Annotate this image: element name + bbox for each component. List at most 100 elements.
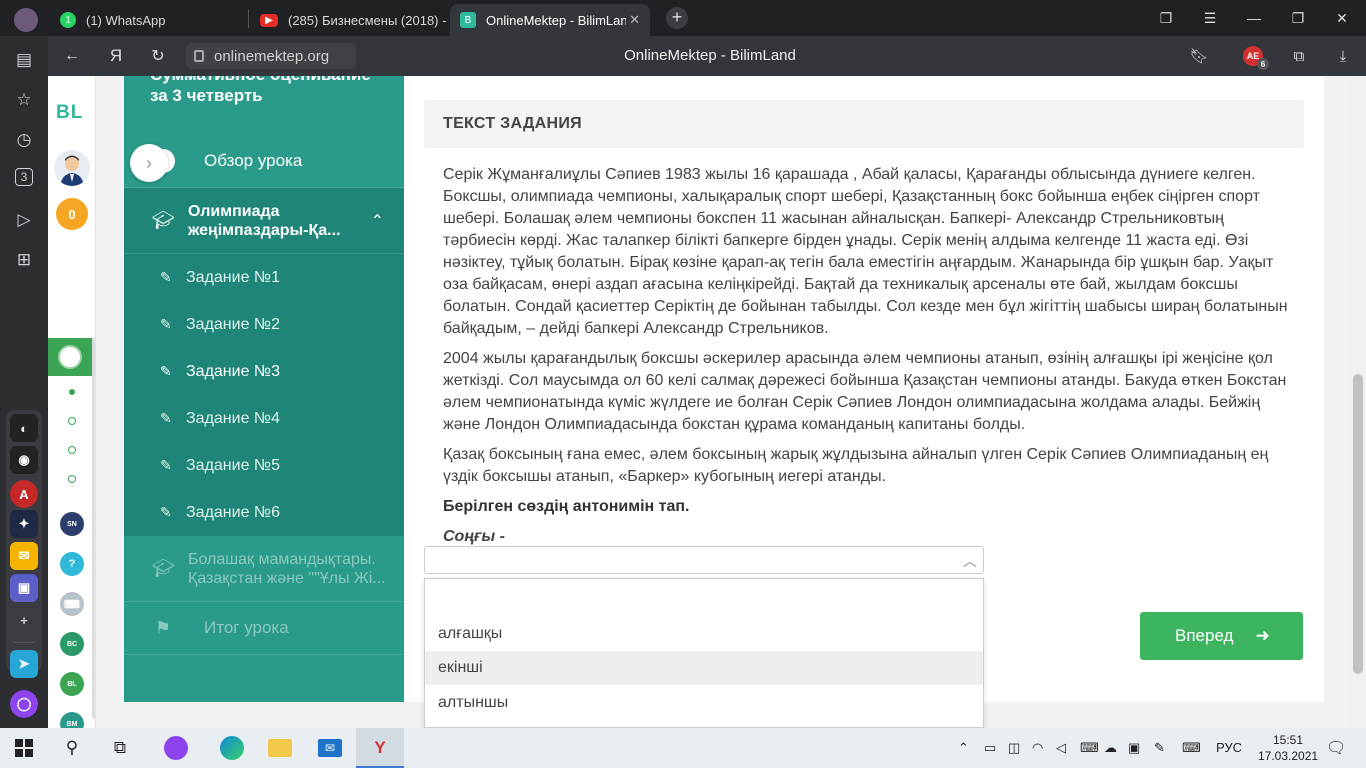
answer-select[interactable]: ︿ bbox=[424, 546, 984, 574]
search-icon[interactable]: ⚲ bbox=[58, 734, 86, 762]
app-1-icon[interactable]: ◐ bbox=[10, 414, 38, 442]
lesson-summary-item[interactable]: ⚑ Итог урока bbox=[124, 602, 404, 655]
task-view-icon[interactable]: ⧉ bbox=[106, 734, 134, 762]
task-question: Берілген сөздің антонимін тап. bbox=[443, 498, 690, 515]
next-button[interactable]: Вперед ➜ bbox=[1140, 612, 1303, 660]
collections-icon[interactable]: ▤ bbox=[12, 48, 36, 72]
history-icon[interactable]: ◷ bbox=[12, 128, 36, 152]
minimize-button[interactable]: — bbox=[1232, 0, 1276, 36]
mail-app-icon[interactable]: ✉ bbox=[10, 542, 38, 570]
tray-battery-icon[interactable]: ▭ bbox=[984, 740, 996, 756]
rail-scrollbar[interactable] bbox=[92, 338, 95, 718]
bilimland-rail-icon[interactable]: BL bbox=[60, 672, 84, 696]
tray-volume-icon[interactable]: ◁ bbox=[1056, 740, 1066, 756]
back-button[interactable]: ← bbox=[60, 44, 84, 68]
tray-device-icon[interactable]: ▣ bbox=[1128, 740, 1140, 756]
chevron-up-icon[interactable]: ⌃ bbox=[371, 211, 384, 231]
dropdown-option[interactable]: алтыншы bbox=[425, 686, 983, 720]
adblock-button[interactable]: AE 6 bbox=[1240, 44, 1269, 70]
url-field[interactable]: onlinemektep.org bbox=[186, 43, 356, 69]
alice-app-icon[interactable]: ◯ bbox=[10, 690, 38, 718]
dropdown-option-empty[interactable] bbox=[425, 583, 983, 617]
bilim-class-icon[interactable]: BC bbox=[60, 632, 84, 656]
arrow-right-icon: ➜ bbox=[1255, 626, 1270, 645]
app-2-icon[interactable]: ◉ bbox=[10, 446, 38, 474]
task-item-3[interactable]: ✎ Задание №3 bbox=[124, 348, 404, 395]
dropdown-option[interactable]: алғашқы bbox=[425, 617, 983, 651]
task-item-5[interactable]: ✎ Задание №5 bbox=[124, 442, 404, 489]
task-item-2[interactable]: ✎ Задание №2 bbox=[124, 301, 404, 348]
windows-start-icon[interactable] bbox=[10, 734, 38, 762]
app-4-icon[interactable]: ✦ bbox=[10, 510, 38, 538]
keyboard-icon[interactable]: ⌨ bbox=[60, 592, 84, 616]
tray-keyboard-icon[interactable]: ⌨ bbox=[1080, 740, 1099, 756]
notifications-icon[interactable]: 🗨︎ bbox=[1326, 738, 1346, 758]
page-scrollbar[interactable] bbox=[1350, 76, 1366, 728]
tray-touch-keyboard-icon[interactable]: ⌨ bbox=[1182, 740, 1201, 756]
app-6-icon[interactable]: ▣ bbox=[10, 574, 38, 602]
tab-label: (1) WhatsApp bbox=[86, 12, 166, 28]
edit-icon: ✎ bbox=[160, 457, 172, 473]
dropdown-option[interactable]: екінші bbox=[425, 651, 983, 685]
user-avatar[interactable] bbox=[54, 150, 90, 186]
rail-dot-icon[interactable] bbox=[68, 475, 76, 483]
close-window-button[interactable]: ✕ bbox=[1320, 0, 1364, 36]
coins-badge[interactable]: 0 bbox=[56, 198, 88, 230]
tray-wifi-icon[interactable]: ◠ bbox=[1032, 740, 1043, 756]
collapse-sidebar-button[interactable]: › bbox=[130, 144, 168, 182]
apps-grid-icon[interactable]: ⊞ bbox=[12, 248, 36, 272]
tab-separator bbox=[248, 10, 249, 28]
task-label: Задание №4 bbox=[186, 409, 280, 427]
clock[interactable]: 15:51 17.03.2021 bbox=[1258, 732, 1318, 764]
smart-nation-icon[interactable]: SN bbox=[60, 512, 84, 536]
rail-course-active[interactable] bbox=[48, 338, 92, 376]
menu-icon[interactable]: ☰ bbox=[1188, 0, 1232, 36]
bilim-media-icon[interactable]: BM bbox=[60, 712, 84, 728]
tray-pen-icon[interactable]: ✎ bbox=[1154, 740, 1165, 756]
lesson-section-next[interactable]: 🎓︎ Болашақ мамандықтары. Қазақстан және … bbox=[124, 536, 404, 602]
mail-icon[interactable]: ✉ bbox=[316, 734, 344, 762]
site-logo[interactable]: BL bbox=[56, 102, 83, 124]
video-icon[interactable]: ▷ bbox=[12, 208, 36, 232]
reload-button[interactable]: ↻ bbox=[146, 44, 170, 68]
edit-icon: ✎ bbox=[160, 363, 172, 379]
chevron-up-icon: ︿ bbox=[963, 553, 977, 569]
scrollbar-thumb[interactable] bbox=[1353, 374, 1363, 674]
rail-dot-icon[interactable] bbox=[69, 389, 75, 395]
extensions-icon[interactable]: ⧉ bbox=[1286, 44, 1312, 68]
task-item-4[interactable]: ✎ Задание №4 bbox=[124, 395, 404, 442]
rail-dot-icon[interactable] bbox=[68, 417, 76, 425]
yandex-browser-icon[interactable]: Y bbox=[366, 734, 394, 762]
lock-icon bbox=[194, 50, 204, 62]
send-app-icon[interactable]: ➤ bbox=[10, 650, 38, 678]
alice-taskbar-icon[interactable] bbox=[162, 734, 190, 762]
edit-icon: ✎ bbox=[160, 269, 172, 285]
language-indicator[interactable]: РУС bbox=[1216, 740, 1242, 755]
download-icon[interactable]: ⤓ bbox=[1330, 44, 1356, 68]
rail-dot-icon[interactable] bbox=[68, 446, 76, 454]
restore-button[interactable]: ❐ bbox=[1276, 0, 1320, 36]
file-explorer-icon[interactable] bbox=[266, 734, 294, 762]
tab-youtube[interactable]: ▶ (285) Бизнесмены (2018) - bbox=[250, 4, 446, 36]
yandex-button[interactable]: Я bbox=[104, 44, 128, 68]
lesson-section-olympiad[interactable]: 🎓︎ Олимпиада жеңімпаздары-Қа... ⌃ bbox=[124, 188, 404, 254]
add-app-icon[interactable]: + bbox=[10, 606, 38, 634]
tab-onlinemektep[interactable]: B OnlineMektep - BilimLan ✕ bbox=[450, 4, 650, 36]
app-3-icon[interactable]: A bbox=[10, 480, 38, 508]
tab-whatsapp[interactable]: 1 (1) WhatsApp bbox=[50, 4, 246, 36]
task-item-1[interactable]: ✎ Задание №1 bbox=[124, 254, 404, 301]
whatsapp-icon: 1 bbox=[60, 12, 76, 28]
new-tab-button[interactable]: + bbox=[666, 7, 688, 29]
tray-chevron-up-icon[interactable]: ⌃ bbox=[958, 740, 969, 756]
tray-cloud-icon[interactable]: ☁ bbox=[1104, 740, 1117, 756]
profile-avatar[interactable] bbox=[4, 4, 44, 36]
help-icon[interactable]: ? bbox=[60, 552, 84, 576]
tab-collections-icon[interactable]: ❐ bbox=[1144, 0, 1188, 36]
tray-camera-icon[interactable]: ◫ bbox=[1008, 740, 1020, 756]
tab-close-icon[interactable]: ✕ bbox=[629, 12, 640, 28]
bookmark-icon[interactable]: 🔖︎ bbox=[1186, 44, 1212, 68]
edge-icon[interactable] bbox=[218, 734, 246, 762]
favorites-icon[interactable]: ☆ bbox=[12, 88, 36, 112]
tabs-badge-icon[interactable]: 3 bbox=[15, 168, 33, 186]
task-item-6[interactable]: ✎ Задание №6 bbox=[124, 489, 404, 536]
